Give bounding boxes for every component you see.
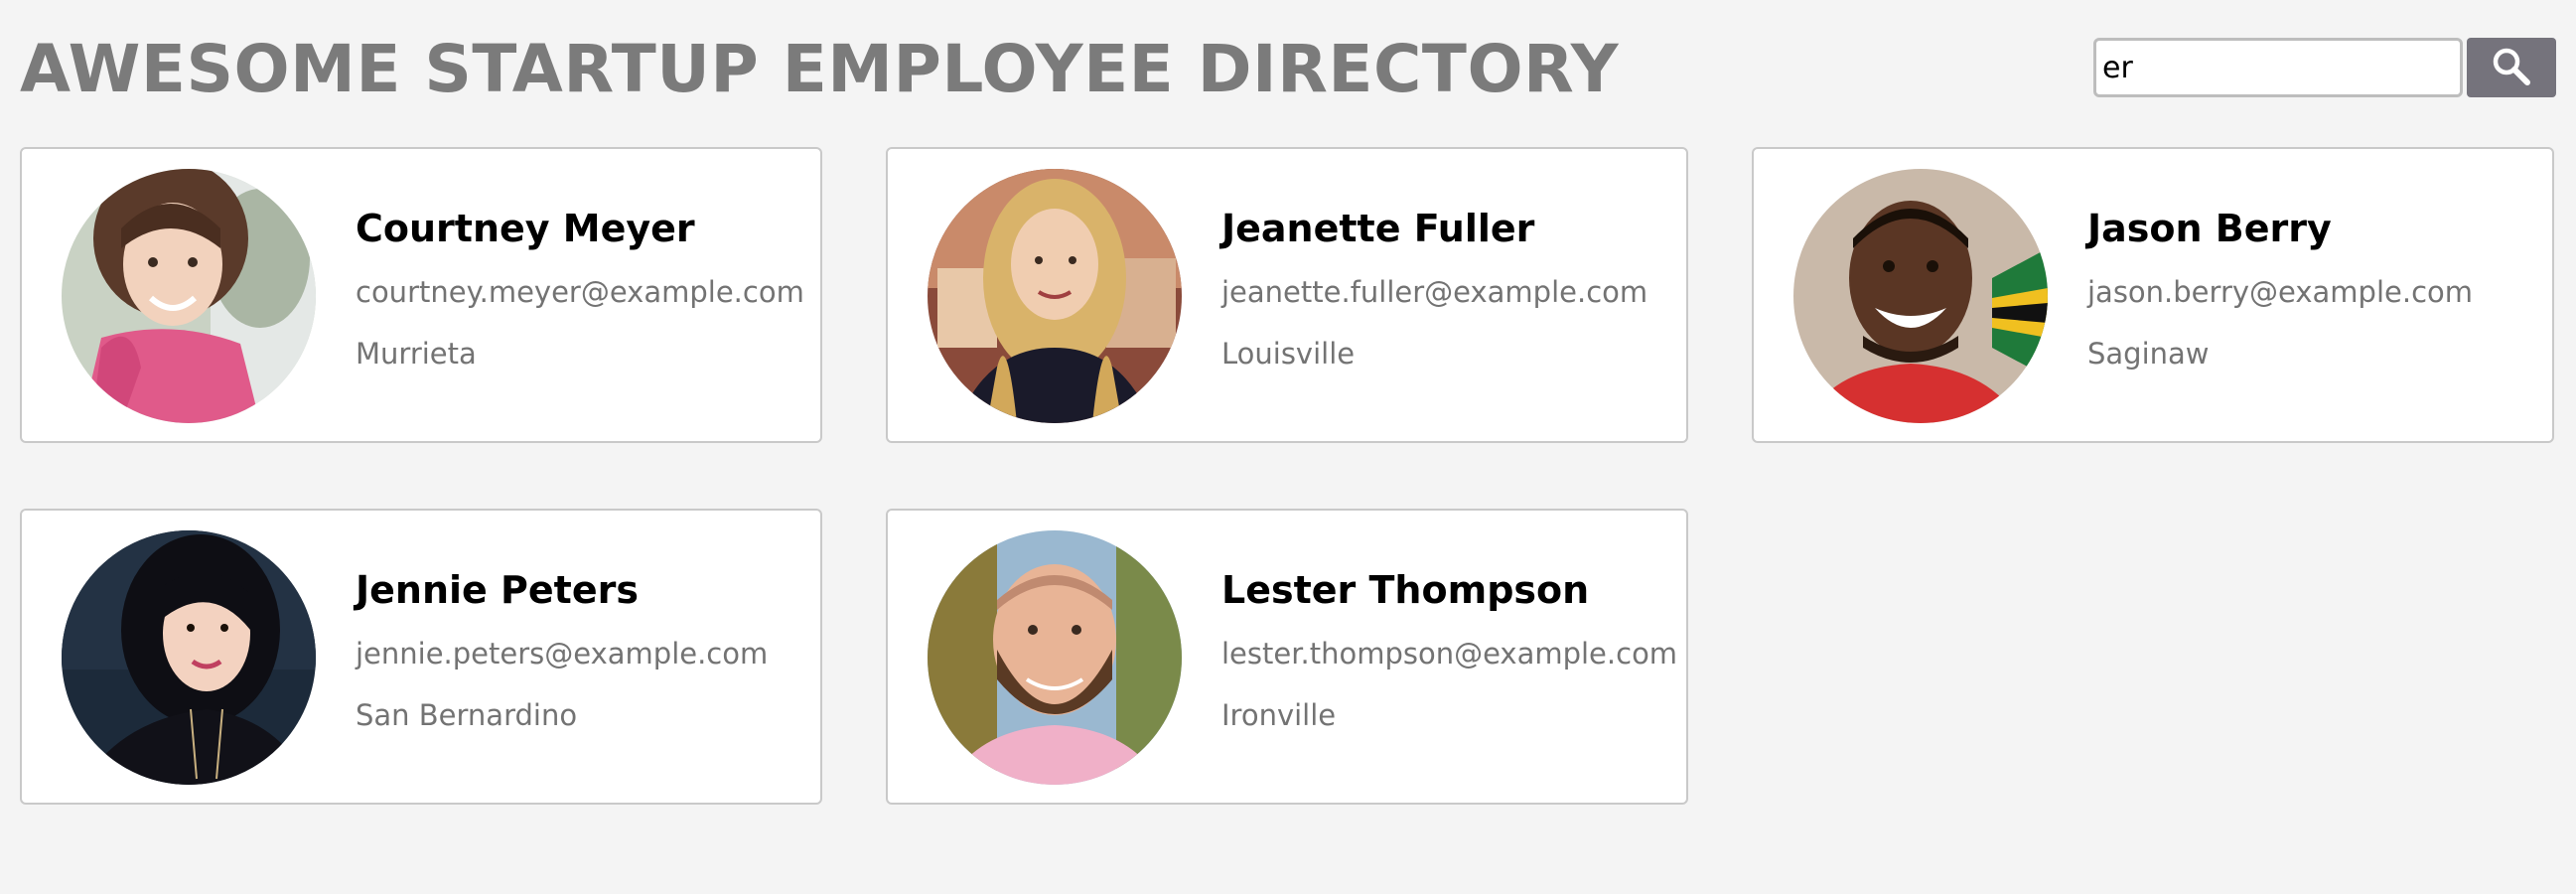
employee-name: Jennie Peters: [356, 568, 639, 612]
employee-card[interactable]: Courtney Meyer courtney.meyer@example.co…: [20, 147, 822, 443]
employee-avatar: [928, 169, 1182, 423]
employee-avatar: [928, 530, 1182, 785]
search-button[interactable]: [2467, 38, 2556, 97]
employee-name: Courtney Meyer: [356, 207, 695, 250]
employee-avatar: [62, 530, 316, 785]
search-icon: [2490, 45, 2533, 91]
employee-email: jennie.peters@example.com: [356, 637, 769, 670]
employee-info: Jennie Peters jennie.peters@example.com …: [356, 568, 810, 735]
employee-email: jason.berry@example.com: [2087, 275, 2474, 309]
employee-info: Lester Thompson lester.thompson@example.…: [1221, 568, 1678, 735]
employee-gallery: Courtney Meyer courtney.meyer@example.co…: [20, 147, 2556, 805]
employee-avatar: [1793, 169, 2048, 423]
search-input[interactable]: [2093, 38, 2463, 97]
employee-card[interactable]: Jennie Peters jennie.peters@example.com …: [20, 509, 822, 805]
employee-city: Saginaw: [2087, 337, 2210, 371]
employee-card[interactable]: Jason Berry jason.berry@example.com Sagi…: [1752, 147, 2554, 443]
employee-info: Jason Berry jason.berry@example.com Sagi…: [2087, 207, 2542, 373]
employee-info: Courtney Meyer courtney.meyer@example.co…: [356, 207, 810, 373]
employee-city: San Bernardino: [356, 698, 578, 732]
employee-card[interactable]: Jeanette Fuller jeanette.fuller@example.…: [886, 147, 1688, 443]
page-title: AWESOME STARTUP EMPLOYEE DIRECTORY: [20, 31, 1620, 107]
employee-name: Lester Thompson: [1221, 568, 1590, 612]
employee-city: Louisville: [1221, 337, 1356, 371]
header: AWESOME STARTUP EMPLOYEE DIRECTORY: [20, 30, 2556, 109]
employee-card[interactable]: Lester Thompson lester.thompson@example.…: [886, 509, 1688, 805]
employee-email: lester.thompson@example.com: [1221, 637, 1678, 670]
employee-email: courtney.meyer@example.com: [356, 275, 804, 309]
employee-email: jeanette.fuller@example.com: [1221, 275, 1648, 309]
search-form: [2093, 38, 2556, 97]
employee-avatar: [62, 169, 316, 423]
employee-city: Ironville: [1221, 698, 1337, 732]
employee-info: Jeanette Fuller jeanette.fuller@example.…: [1221, 207, 1676, 373]
employee-city: Murrieta: [356, 337, 477, 371]
employee-name: Jeanette Fuller: [1221, 207, 1535, 250]
employee-name: Jason Berry: [2087, 207, 2332, 250]
